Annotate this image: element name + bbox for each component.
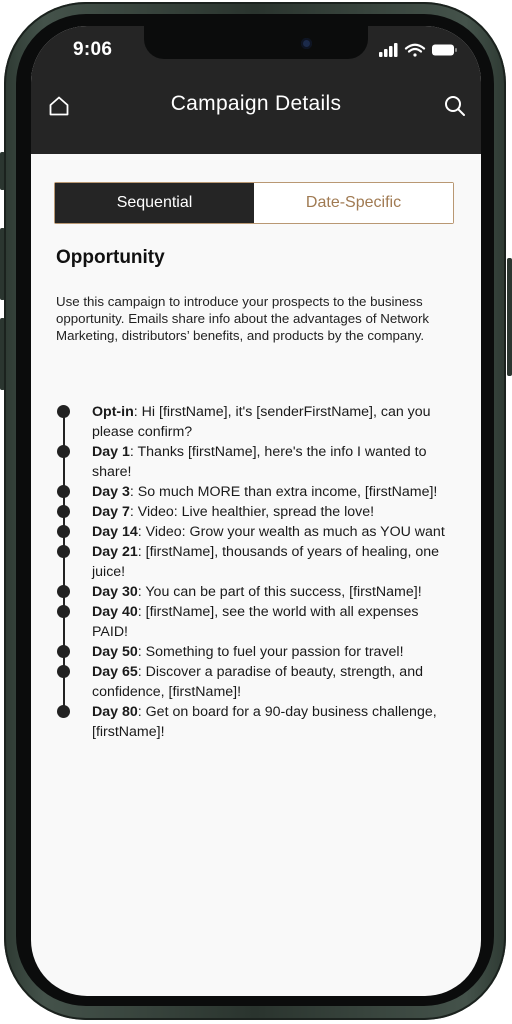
timeline-subject: [firstName], see the world with all expe… bbox=[92, 604, 419, 640]
timeline-subject: Discover a paradise of beauty, strength,… bbox=[92, 664, 423, 700]
timeline-subject: So much MORE than extra income, [firstNa… bbox=[137, 484, 438, 500]
timeline-item-day-3: Day 3: So much MORE than extra income, [… bbox=[56, 482, 456, 502]
battery-icon bbox=[432, 44, 457, 56]
notch bbox=[144, 26, 368, 59]
timeline-item-day-80: Day 80: Get on board for a 90-day busine… bbox=[56, 702, 456, 742]
page-title: Campaign Details bbox=[170, 92, 342, 115]
timeline-day: Day 7 bbox=[92, 504, 130, 520]
timeline-day: Opt-in bbox=[92, 404, 134, 420]
timeline-subject: Video: Live healthier, spread the love! bbox=[137, 504, 375, 520]
timeline-subject: Video: Grow your wealth as much as YOU w… bbox=[145, 524, 445, 540]
timeline-subject: Get on board for a 90-day business chall… bbox=[92, 704, 437, 740]
timeline-item-opt-in: Opt-in: Hi [firstName], it's [senderFirs… bbox=[56, 402, 456, 442]
tab-date-specific[interactable]: Date-Specific bbox=[254, 183, 453, 223]
app-screen: 9:06 Campaign Details Sequential Date-Sp… bbox=[31, 26, 481, 996]
app-header: 9:06 Campaign Details bbox=[31, 26, 481, 154]
timeline-item-day-30: Day 30: You can be part of this success,… bbox=[56, 582, 456, 602]
timeline-day: Day 50 bbox=[92, 644, 138, 660]
timeline-day: Day 3 bbox=[92, 484, 130, 500]
timeline-day: Day 21 bbox=[92, 544, 138, 560]
phone-mockup: 9:06 Campaign Details Sequential Date-Sp… bbox=[0, 0, 512, 1024]
timeline-dot bbox=[57, 485, 70, 498]
timeline-item-day-50: Day 50: Something to fuel your passion f… bbox=[56, 642, 456, 662]
timeline-dot bbox=[57, 445, 70, 458]
timeline-subject: You can be part of this success, [firstN… bbox=[145, 584, 422, 600]
campaign-type-tabs: Sequential Date-Specific bbox=[54, 182, 454, 224]
campaign-description: Use this campaign to introduce your pros… bbox=[56, 294, 430, 343]
front-camera bbox=[301, 38, 312, 49]
timeline-dot bbox=[57, 545, 70, 558]
campaign-name: Opportunity bbox=[56, 247, 165, 268]
timeline-dot bbox=[57, 665, 70, 678]
timeline-dot bbox=[57, 525, 70, 538]
timeline-item-day-7: Day 7: Video: Live healthier, spread the… bbox=[56, 502, 456, 522]
status-time: 9:06 bbox=[73, 39, 113, 60]
timeline-item-day-21: Day 21: [firstName], thousands of years … bbox=[56, 542, 456, 582]
timeline-day: Day 40 bbox=[92, 604, 138, 620]
timeline-dot bbox=[57, 585, 70, 598]
timeline-item-day-65: Day 65: Discover a paradise of beauty, s… bbox=[56, 662, 456, 702]
timeline-day: Day 14 bbox=[92, 524, 138, 540]
timeline-dot bbox=[57, 705, 70, 718]
timeline-subject: Something to fuel your passion for trave… bbox=[145, 644, 404, 660]
cellular-signal-icon bbox=[379, 43, 398, 57]
timeline-day: Day 1 bbox=[92, 444, 130, 460]
timeline-dot bbox=[57, 505, 70, 518]
timeline-day: Day 80 bbox=[92, 704, 138, 720]
email-schedule-timeline: Opt-in: Hi [firstName], it's [senderFirs… bbox=[56, 402, 456, 742]
power-button bbox=[507, 258, 512, 376]
timeline-day: Day 65 bbox=[92, 664, 138, 680]
timeline-subject: Thanks [firstName], here's the info I wa… bbox=[92, 444, 427, 480]
timeline-subject: Hi [firstName], it's [senderFirstName], … bbox=[92, 404, 431, 440]
timeline-subject: [firstName], thousands of years of heali… bbox=[92, 544, 440, 580]
timeline-item-day-1: Day 1: Thanks [firstName], here's the in… bbox=[56, 442, 456, 482]
timeline-dot bbox=[57, 405, 70, 418]
search-icon[interactable] bbox=[443, 94, 467, 118]
tab-sequential[interactable]: Sequential bbox=[55, 183, 254, 223]
wifi-icon bbox=[404, 43, 426, 57]
timeline-item-day-14: Day 14: Video: Grow your wealth as much … bbox=[56, 522, 456, 542]
timeline-item-day-40: Day 40: [firstName], see the world with … bbox=[56, 602, 456, 642]
timeline-dot bbox=[57, 605, 70, 618]
status-icons bbox=[379, 43, 457, 57]
timeline-dot bbox=[57, 645, 70, 658]
timeline-day: Day 30 bbox=[92, 584, 138, 600]
